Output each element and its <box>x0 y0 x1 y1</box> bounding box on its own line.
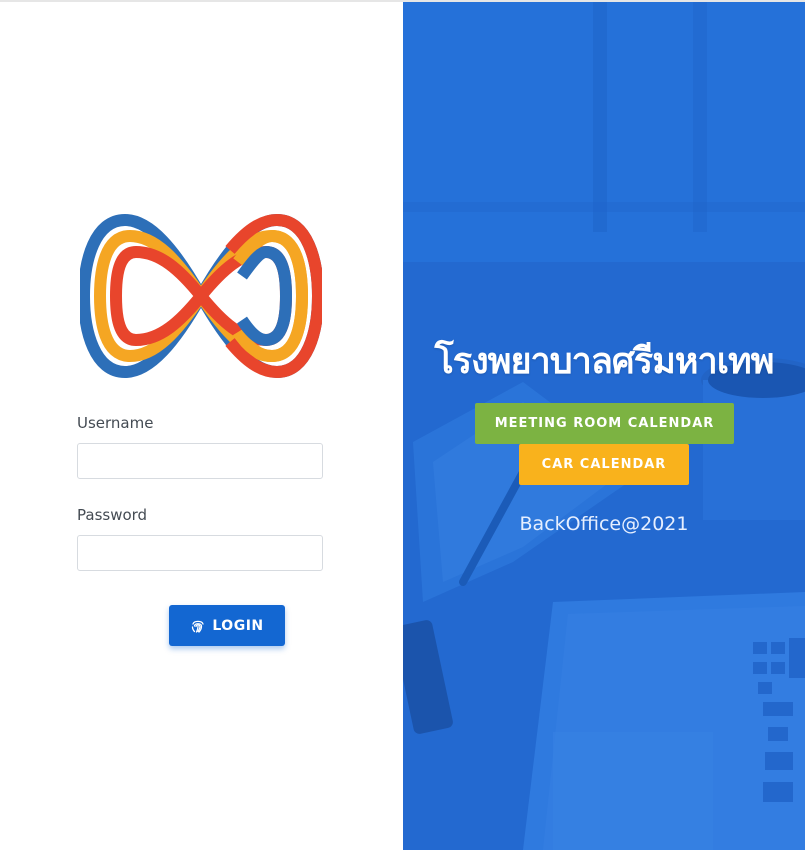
backoffice-footer: BackOffice@2021 <box>519 513 689 535</box>
password-input[interactable] <box>77 535 323 571</box>
login-button-label: LOGIN <box>212 617 264 634</box>
username-input[interactable] <box>77 443 323 479</box>
hospital-name: โรงพยาบาลศรีมหาเทพ <box>434 341 774 382</box>
car-calendar-button[interactable]: CAR CALENDAR <box>519 444 689 485</box>
meeting-room-calendar-button[interactable]: MEETING ROOM CALENDAR <box>475 403 734 444</box>
username-label: Username <box>77 414 154 432</box>
login-panel <box>0 2 403 850</box>
login-button[interactable]: LOGIN <box>169 605 285 646</box>
hero-panel: โรงพยาบาลศรีมหาเทพ MEETING ROOM CALENDAR… <box>403 2 805 850</box>
password-label: Password <box>77 506 148 524</box>
infinity-logo <box>80 213 322 379</box>
fingerprint-icon <box>192 620 205 633</box>
